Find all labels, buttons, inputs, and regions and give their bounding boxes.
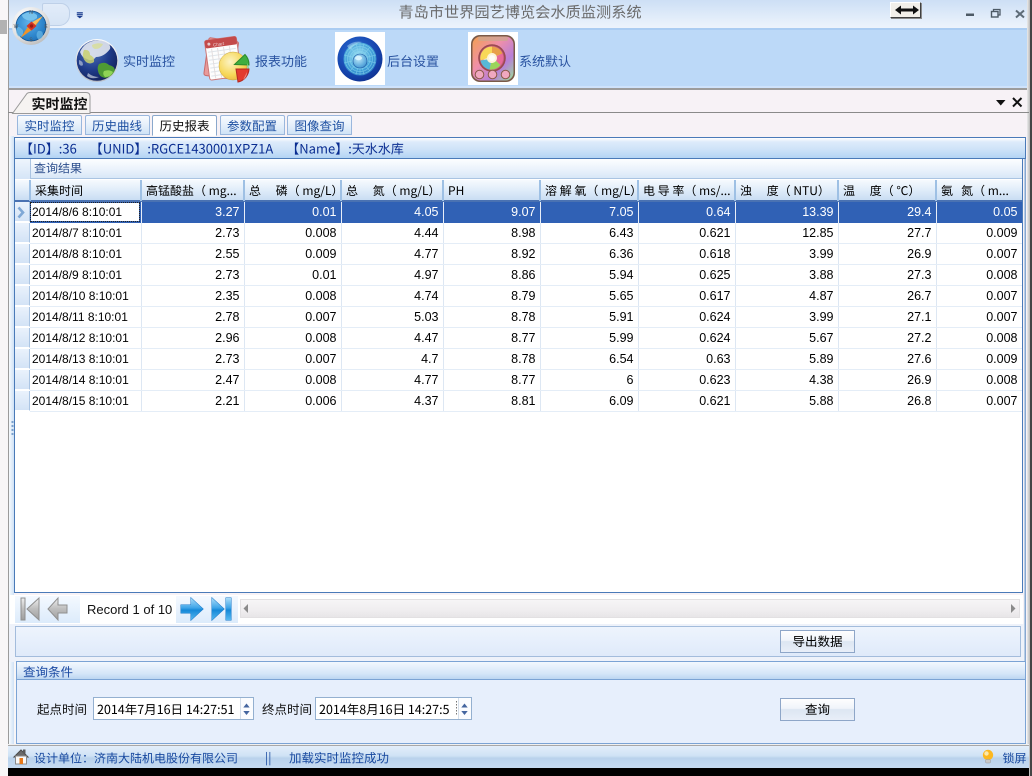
- svg-text:N: N: [29, 10, 33, 16]
- svg-text:W: W: [14, 24, 19, 30]
